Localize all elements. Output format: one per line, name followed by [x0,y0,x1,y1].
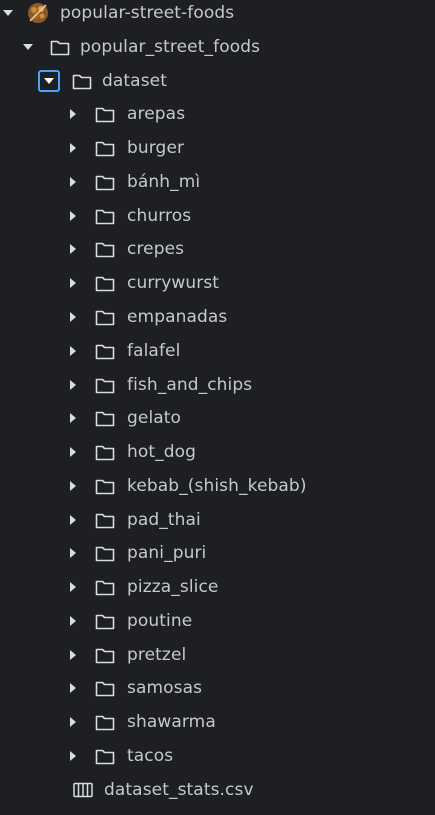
chevron-right-icon[interactable] [65,410,81,426]
tree-row-folder[interactable]: gelato [0,402,435,434]
folder-label: currywurst [127,272,220,293]
folder-icon [95,511,117,529]
folder-icon [95,207,117,225]
folder-label: falafel [127,340,181,361]
tree-row-folder[interactable]: pad_thai [0,504,435,536]
chevron-right-icon[interactable] [65,748,81,764]
tree-row-folder[interactable]: kebab_(shish_kebab) [0,470,435,502]
chevron-right-icon[interactable] [65,241,81,257]
chevron-right-icon[interactable] [65,647,81,663]
folder-label: poutine [127,610,193,631]
folder-icon [95,173,117,191]
folder-icon [95,713,117,731]
file-label: dataset_stats.csv [104,779,254,800]
chevron-right-icon[interactable] [65,714,81,730]
street-food-logo-icon [26,1,50,25]
tree-row-dataset[interactable]: dataset [0,65,435,97]
folder-icon [95,747,117,765]
folder-label: gelato [127,407,182,428]
tree-row-folder[interactable]: empanadas [0,301,435,333]
folder-icon [95,679,117,697]
folder-label: kebab_(shish_kebab) [127,475,307,496]
folder-icon [95,477,117,495]
chevron-down-icon[interactable] [0,5,16,21]
chevron-right-icon[interactable] [65,140,81,156]
folder-icon [95,139,117,157]
tree-row-folder[interactable]: pani_puri [0,537,435,569]
tree-row-folder[interactable]: hot_dog [0,436,435,468]
chevron-right-icon[interactable] [65,512,81,528]
chevron-right-icon[interactable] [65,680,81,696]
folder-icon [95,342,117,360]
folder-label: dataset [102,70,167,91]
folder-icon [50,38,72,56]
chevron-right-icon[interactable] [65,613,81,629]
folder-label: bánh_mì [127,171,201,192]
tree-row-folder[interactable]: pizza_slice [0,571,435,603]
folder-label: fish_and_chips [127,374,253,395]
folder-icon [95,578,117,596]
folder-label: burger [127,137,185,158]
tree-row-folder[interactable]: shawarma [0,706,435,738]
tree-row-folder[interactable]: burger [0,132,435,164]
root-folder-label: popular-street-foods [60,2,235,23]
folder-icon [95,274,117,292]
tree-row-folder[interactable]: tacos [0,740,435,772]
folder-label: popular_street_foods [80,36,261,57]
file-explorer-tree: popular-street-foods popular_street_food… [0,0,435,815]
folder-label: pretzel [127,644,187,665]
folder-label: churros [127,205,192,226]
chevron-right-icon[interactable] [65,174,81,190]
chevron-right-icon[interactable] [65,545,81,561]
folder-icon [95,409,117,427]
chevron-down-icon[interactable] [20,39,36,55]
chevron-right-icon[interactable] [65,377,81,393]
folder-label: crepes [127,238,185,259]
chevron-right-icon[interactable] [65,343,81,359]
tree-row-folder[interactable]: arepas [0,98,435,130]
chevron-right-icon[interactable] [65,444,81,460]
folder-label: pani_puri [127,542,207,563]
folder-icon [95,308,117,326]
tree-row-file[interactable]: dataset_stats.csv [0,774,435,806]
tree-row-popular-street-foods[interactable]: popular_street_foods [0,31,435,63]
folder-label: hot_dog [127,441,197,462]
chevron-down-icon[interactable] [38,70,60,92]
chevron-right-icon[interactable] [65,275,81,291]
folder-icon [95,376,117,394]
folder-icon [95,443,117,461]
csv-table-icon [73,781,95,799]
tree-row-folder[interactable]: poutine [0,605,435,637]
tree-row-folder[interactable]: currywurst [0,267,435,299]
folder-label: empanadas [127,306,228,327]
folder-label: samosas [127,677,203,698]
tree-row-folder[interactable]: pretzel [0,639,435,671]
folder-icon [95,240,117,258]
tree-row-folder[interactable]: bánh_mì [0,166,435,198]
chevron-right-icon[interactable] [65,106,81,122]
tree-row-folder[interactable]: fish_and_chips [0,369,435,401]
folder-icon [95,646,117,664]
folder-icon [72,72,94,90]
folder-icon [95,544,117,562]
tree-row-root[interactable]: popular-street-foods [0,0,435,29]
chevron-right-icon[interactable] [65,208,81,224]
folder-label: shawarma [127,711,216,732]
folder-label: arepas [127,103,186,124]
chevron-right-icon[interactable] [65,309,81,325]
tree-row-folder[interactable]: samosas [0,672,435,704]
folder-icon [95,105,117,123]
tree-row-folder[interactable]: churros [0,200,435,232]
chevron-right-icon[interactable] [65,478,81,494]
folder-label: pad_thai [127,509,201,530]
folder-label: pizza_slice [127,576,219,597]
tree-row-folder[interactable]: crepes [0,233,435,265]
chevron-right-icon[interactable] [65,579,81,595]
tree-row-folder[interactable]: falafel [0,335,435,367]
folder-icon [95,612,117,630]
folder-label: tacos [127,745,174,766]
